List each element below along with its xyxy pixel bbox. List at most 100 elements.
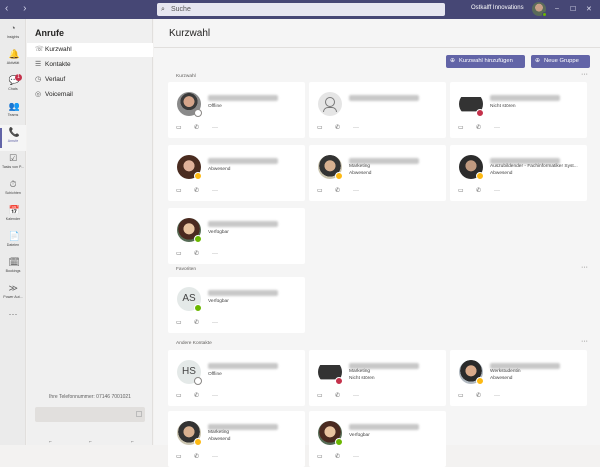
audio-call-icon[interactable]: ✆ (476, 124, 494, 131)
more-options-icon[interactable]: ··· (212, 188, 230, 194)
org-name[interactable]: Ostkalff Innovations (471, 5, 524, 11)
video-call-icon[interactable]: ▭ (176, 250, 194, 257)
avatar[interactable] (318, 155, 343, 180)
contact-card[interactable]: AS Verfügbar ▭ ✆ ··· (168, 277, 305, 333)
more-options-icon[interactable]: ··· (212, 454, 230, 460)
new-group-label: Neue Gruppe (544, 58, 579, 64)
rail-item-chats[interactable]: 💬 Chats 1 (0, 73, 26, 99)
audio-call-icon[interactable]: ✆ (194, 124, 212, 131)
contact-card[interactable]: Abwesend ▭ ✆ ··· (168, 145, 305, 201)
more-options-icon[interactable]: ··· (353, 125, 371, 131)
new-group-button[interactable]: ⊕ Neue Gruppe (531, 55, 590, 68)
audio-call-icon[interactable]: ✆ (194, 187, 212, 194)
audio-call-icon[interactable]: ✆ (335, 453, 353, 460)
contact-card[interactable]: ▭ ✆ ··· (309, 82, 446, 138)
more-options-icon[interactable]: ··· (353, 393, 371, 399)
audio-call-icon[interactable]: ✆ (194, 392, 212, 399)
rail-item-aktivität[interactable]: 🔔 Aktivität (0, 47, 26, 73)
avatar[interactable] (318, 421, 343, 446)
rail-item-tasks-von-p[interactable]: ☑ Tasks von P... (0, 151, 26, 177)
video-call-icon[interactable]: ▭ (317, 392, 335, 399)
more-options-icon[interactable]: ··· (494, 125, 512, 131)
more-options-icon[interactable]: ··· (494, 393, 512, 399)
video-call-icon[interactable]: ▭ (317, 187, 335, 194)
rail-item-teams[interactable]: 👥 Teams (0, 99, 26, 125)
audio-call-icon[interactable]: ✆ (335, 187, 353, 194)
add-speed-dial-button[interactable]: ⊕ Kurzwahl hinzufügen (446, 55, 525, 68)
audio-call-icon[interactable]: ✆ (194, 319, 212, 326)
dialpad-icon[interactable] (136, 411, 142, 417)
calendar-icon: 📅 (8, 205, 20, 215)
avatar[interactable] (177, 155, 202, 180)
minimize-button[interactable]: – (555, 5, 559, 12)
video-call-icon[interactable]: ▭ (317, 124, 335, 131)
audio-call-icon[interactable]: ✆ (335, 392, 353, 399)
avatar[interactable] (459, 92, 484, 117)
audio-call-icon[interactable]: ✆ (194, 453, 212, 460)
rail-item-dateien[interactable]: 📄 Dateien (0, 229, 26, 255)
search-input[interactable]: ⌕ Suche (157, 3, 445, 16)
more-options-icon[interactable]: ··· (353, 188, 371, 194)
avatar[interactable] (177, 92, 202, 117)
contact-card[interactable]: Verfügbar ▭ ✆ ··· (168, 208, 305, 264)
contact-card[interactable]: Marketing Abwesend ▭ ✆ ··· (309, 145, 446, 201)
avatar[interactable] (318, 360, 343, 385)
more-options-icon[interactable]: ··· (212, 320, 230, 326)
audio-call-icon[interactable]: ✆ (194, 250, 212, 257)
video-call-icon[interactable]: ▭ (176, 392, 194, 399)
contact-card[interactable]: Werkstudentin Abwesend ▭ ✆ ··· (450, 350, 587, 406)
more-options-icon[interactable]: ··· (494, 188, 512, 194)
video-call-icon[interactable]: ▭ (176, 453, 194, 460)
video-call-icon[interactable]: ▭ (458, 392, 476, 399)
video-call-icon[interactable]: ▭ (458, 124, 476, 131)
contact-status: Verfügbar (208, 299, 229, 304)
audio-call-icon[interactable]: ✆ (476, 392, 494, 399)
video-call-icon[interactable]: ▭ (317, 453, 335, 460)
audio-call-icon[interactable]: ✆ (335, 124, 353, 131)
more-options-icon[interactable]: ··· (353, 454, 371, 460)
avatar[interactable] (177, 218, 202, 243)
rail-item-anrufe[interactable]: 📞 Anrufe (0, 125, 26, 151)
avatar[interactable] (532, 2, 547, 17)
more-options-icon[interactable]: ··· (212, 393, 230, 399)
nav-arrows[interactable]: ‹ › (5, 3, 32, 14)
video-call-icon[interactable]: ▭ (458, 187, 476, 194)
video-call-icon[interactable]: ▭ (176, 319, 194, 326)
audio-call-icon[interactable]: ✆ (476, 187, 494, 194)
contact-card[interactable]: Marketing Abwesend ▭ ✆ ··· (168, 411, 305, 467)
avatar[interactable]: HS (177, 360, 202, 385)
avatar[interactable]: AS (177, 287, 202, 312)
rail-item-more[interactable]: ··· (0, 307, 26, 333)
video-call-icon[interactable]: ▭ (176, 124, 194, 131)
sidebar-item-kontakte[interactable]: ☰ Kontakte (27, 58, 153, 72)
rail-item-power-aut[interactable]: ≫ Power Aut... (0, 281, 26, 307)
avatar[interactable] (459, 360, 484, 385)
more-options-icon[interactable]: ··· (212, 251, 230, 257)
page-title: Kurzwahl (169, 28, 211, 39)
more-options-icon[interactable]: ··· (212, 125, 230, 131)
contact-card[interactable]: Auszubildender - Fachinformatiker Syst..… (450, 145, 587, 201)
section-more-button[interactable]: ··· (581, 338, 588, 345)
sidebar-item-verlauf[interactable]: ◷ Verlauf (27, 73, 153, 87)
avatar[interactable] (318, 92, 342, 116)
rail-item-schichten[interactable]: ⏱ Schichten (0, 177, 26, 203)
dial-input[interactable] (35, 407, 145, 422)
maximize-button[interactable]: ☐ (570, 5, 576, 13)
sidebar-item-voicemail[interactable]: ◎ Voicemail (27, 88, 153, 102)
close-button[interactable]: ✕ (586, 5, 592, 13)
contact-card[interactable]: Nicht stören ▭ ✆ ··· (450, 82, 587, 138)
contact-card[interactable]: Verfügbar ▭ ✆ ··· (309, 411, 446, 467)
sidebar-item-kurzwahl[interactable]: ☏ Kurzwahl (27, 43, 153, 57)
avatar[interactable] (459, 155, 484, 180)
section-more-button[interactable]: ··· (581, 71, 588, 78)
rail-item-insights[interactable]: ◔ Insights (0, 21, 26, 47)
rail-item-bookings[interactable]: 🗓 Bookings (0, 255, 26, 281)
contact-card[interactable]: Offline ▭ ✆ ··· (168, 82, 305, 138)
video-call-icon[interactable]: ▭ (176, 187, 194, 194)
avatar[interactable] (177, 421, 202, 446)
section-more-button[interactable]: ··· (581, 264, 588, 271)
contact-card[interactable]: HS Offline ▭ ✆ ··· (168, 350, 305, 406)
contact-card[interactable]: Marketing Nicht stören ▭ ✆ ··· (309, 350, 446, 406)
hint-mark: ⌐ (131, 439, 134, 445)
rail-item-kalender[interactable]: 📅 Kalender (0, 203, 26, 229)
